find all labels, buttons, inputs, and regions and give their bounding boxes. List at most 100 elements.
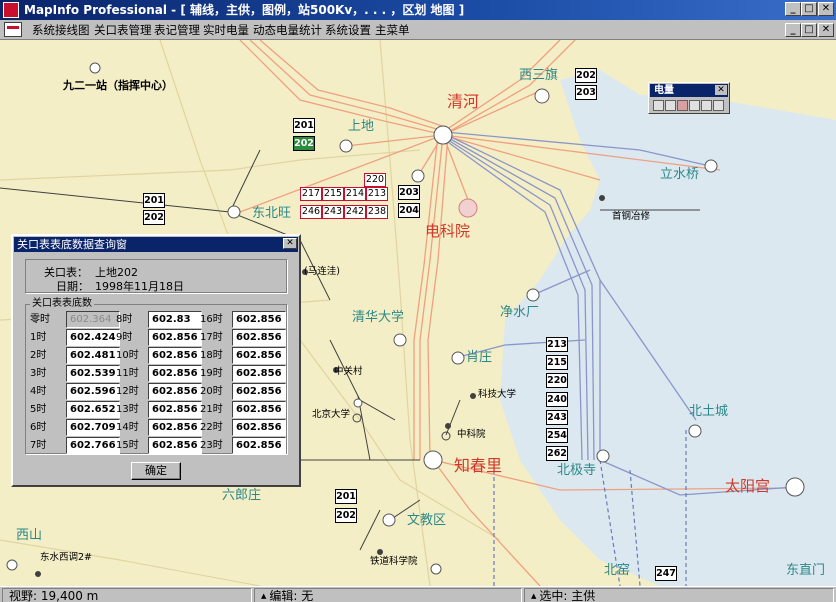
- hour-label: 7时: [30, 440, 47, 451]
- zoom-status[interactable]: 视野: 19,400 m: [2, 588, 252, 602]
- red-meter-box[interactable]: 213: [366, 187, 388, 201]
- hour-value-field[interactable]: 602.856: [232, 347, 286, 364]
- menu-gateway-meter[interactable]: 关口表管理: [92, 22, 154, 38]
- hour-value-field[interactable]: 602.856: [232, 365, 286, 382]
- edit-status-text: 编辑: 无: [269, 589, 314, 602]
- meter-box[interactable]: 201: [293, 118, 315, 133]
- hour-value-field[interactable]: 602.709: [66, 419, 120, 436]
- hour-label: 17时: [200, 332, 223, 343]
- hour-value-field[interactable]: 602.596: [66, 383, 120, 400]
- meter-box[interactable]: 202: [143, 210, 165, 225]
- doc-minimize-button[interactable]: _: [785, 23, 801, 37]
- ok-button[interactable]: 确定: [131, 462, 181, 480]
- chart-icon[interactable]: [713, 100, 724, 111]
- red-meter-box[interactable]: 242: [344, 205, 366, 219]
- meter-box[interactable]: 220: [546, 373, 568, 388]
- flag-icon[interactable]: [677, 100, 688, 111]
- meter-box[interactable]: 203: [398, 185, 420, 200]
- check-icon[interactable]: [689, 100, 700, 111]
- hour-value-field[interactable]: 602.856: [232, 437, 286, 454]
- select-status[interactable]: ▲ 选中: 主供: [524, 588, 834, 602]
- hour-value-field[interactable]: 602.856: [148, 401, 202, 418]
- red-meter-box[interactable]: 215: [322, 187, 344, 201]
- close-button[interactable]: ✕: [818, 2, 834, 16]
- globe-icon[interactable]: [653, 100, 664, 111]
- menu-meter-management[interactable]: 表记管理: [152, 22, 202, 38]
- red-meter-box[interactable]: 238: [366, 205, 388, 219]
- meter-box[interactable]: 243: [546, 410, 568, 425]
- hour-value-field[interactable]: 602.481: [66, 347, 120, 364]
- hour-value-field[interactable]: 602.83: [148, 311, 202, 328]
- menu-realtime-energy[interactable]: 实时电量: [201, 22, 251, 38]
- meter-box[interactable]: 215: [546, 355, 568, 370]
- hour-label: 18时: [200, 350, 223, 361]
- dialog-close-button[interactable]: ✕: [283, 238, 297, 249]
- document-icon[interactable]: [4, 22, 22, 37]
- meter-box[interactable]: 203: [575, 85, 597, 100]
- doc-restore-button[interactable]: □: [801, 23, 817, 37]
- hour-label: 10时: [116, 350, 139, 361]
- minimize-button[interactable]: _: [785, 2, 801, 16]
- hour-value-field[interactable]: 602.856: [232, 311, 286, 328]
- place-command-center: 九二一站（指挥中心）: [63, 79, 173, 92]
- place-pku: 北京大学: [312, 409, 351, 420]
- grid-icon[interactable]: [665, 100, 676, 111]
- meter-box[interactable]: 201: [143, 193, 165, 208]
- meter-box[interactable]: 254: [546, 428, 568, 443]
- hour-value-field[interactable]: 602.856: [148, 347, 202, 364]
- meter-box[interactable]: 262: [546, 446, 568, 461]
- status-bar: 视野: 19,400 m ▲ 编辑: 无 ▲ 选中: 主供: [0, 586, 836, 602]
- hour-value-field[interactable]: 602.856: [148, 419, 202, 436]
- hour-label: 19时: [200, 368, 223, 379]
- hour-value-field[interactable]: 602.856: [232, 419, 286, 436]
- hour-value-field[interactable]: 602.424: [66, 329, 120, 346]
- group-title: 关口表表底数: [30, 298, 94, 310]
- hour-label: 8时: [116, 314, 133, 325]
- toolbox-close-button[interactable]: ✕: [715, 85, 727, 95]
- red-meter-box[interactable]: 243: [322, 205, 344, 219]
- hour-label: 13时: [116, 404, 139, 415]
- table-icon[interactable]: [701, 100, 712, 111]
- red-meter-box[interactable]: 220: [364, 173, 386, 187]
- hour-value-field[interactable]: 602.856: [232, 329, 286, 346]
- hour-value-field[interactable]: 602.856: [232, 383, 286, 400]
- mapinfo-app-icon[interactable]: [3, 2, 19, 18]
- menu-system-diagram[interactable]: 系统接线图: [30, 22, 92, 38]
- hour-value-field[interactable]: 602.539: [66, 365, 120, 382]
- hour-value-field[interactable]: 602.856: [148, 365, 202, 382]
- meter-box[interactable]: 202: [575, 68, 597, 83]
- doc-close-button[interactable]: ✕: [818, 23, 834, 37]
- meter-box[interactable]: 213: [546, 337, 568, 352]
- place-beitucheng: 北土城: [689, 404, 729, 419]
- hour-value-field[interactable]: 602.856: [148, 383, 202, 400]
- place-taiyanggong: 太阳宫: [725, 477, 771, 495]
- place-xishan: 西山: [16, 528, 43, 543]
- date-value: 1998年11月18日: [95, 280, 184, 293]
- hour-label: 14时: [116, 422, 139, 433]
- menu-dynamic-stats[interactable]: 动态电量统计: [251, 22, 324, 38]
- restore-button[interactable]: □: [801, 2, 817, 16]
- place-wenjiaoqu: 文教区: [407, 513, 447, 528]
- hour-value-field[interactable]: 602.652: [66, 401, 120, 418]
- hour-label: 22时: [200, 422, 223, 433]
- meter-info-group: 关口表： 上地202 日期： 1998年11月18日: [25, 259, 287, 293]
- meter-box[interactable]: 201: [335, 489, 357, 504]
- hour-value-field[interactable]: 602.856: [232, 401, 286, 418]
- meter-box[interactable]: 240: [546, 392, 568, 407]
- hour-label: 12时: [116, 386, 139, 397]
- meter-box[interactable]: 204: [398, 203, 420, 218]
- hour-value-field: 602.364: [66, 311, 120, 328]
- edit-status[interactable]: ▲ 编辑: 无: [254, 588, 522, 602]
- red-meter-box[interactable]: 214: [344, 187, 366, 201]
- red-meter-box[interactable]: 217: [300, 187, 322, 201]
- meter-box[interactable]: 247: [655, 566, 677, 581]
- hour-value-field[interactable]: 602.856: [148, 437, 202, 454]
- menu-main[interactable]: 主菜单: [373, 22, 412, 38]
- meter-box[interactable]: 202: [335, 508, 357, 523]
- meter-box-selected[interactable]: 202: [293, 136, 315, 151]
- red-meter-box[interactable]: 246: [300, 205, 322, 219]
- hour-label: 11时: [116, 368, 139, 379]
- hour-value-field[interactable]: 602.766: [66, 437, 120, 454]
- hour-value-field[interactable]: 602.856: [148, 329, 202, 346]
- menu-system-settings[interactable]: 系统设置: [323, 22, 373, 38]
